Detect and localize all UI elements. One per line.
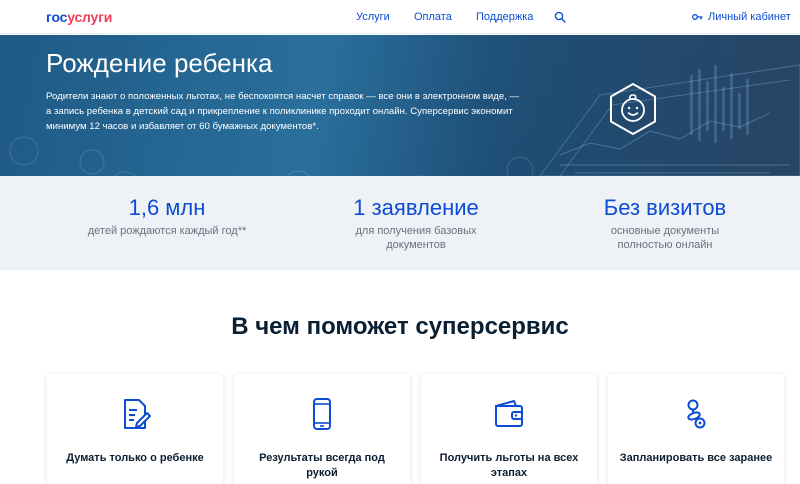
benefit-card-get-benefits[interactable]: Получить льготы на всех этапах — [421, 374, 597, 484]
card-label: Получить льготы на всех этапах — [439, 452, 579, 479]
stat-no-visits: Без визитов основные документы полностью… — [555, 194, 775, 252]
smartphone-icon — [313, 398, 331, 430]
stat-label: основные документы полностью онлайн — [610, 225, 720, 251]
card-label: Результаты всегда под рукой — [259, 452, 385, 479]
page-title: Рождение ребенка — [46, 48, 273, 78]
card-label: Думать только о ребенке — [66, 452, 204, 464]
gosuslugi-logo[interactable]: госуслуги — [46, 9, 112, 25]
baby-face-icon — [610, 83, 656, 135]
nav-link-services[interactable]: Услуги — [356, 11, 390, 23]
document-edit-icon — [124, 399, 151, 429]
benefit-card-plan-ahead[interactable]: Запланировать все заранее — [608, 374, 784, 484]
baby-pacifier-icon — [687, 399, 706, 429]
stat-value: Без визитов — [603, 195, 727, 220]
stat-one-application: 1 заявление для получения базовых докуме… — [306, 194, 526, 252]
stat-label: для получения базовых документов — [355, 225, 477, 251]
nav-link-payment[interactable]: Оплата — [414, 11, 452, 23]
stat-value: 1 заявление — [353, 195, 479, 220]
logo-gos-text: гос — [46, 9, 68, 25]
personal-account-link[interactable]: Личный кабинет — [692, 11, 791, 23]
section-title: В чем поможет суперсервис — [231, 313, 569, 340]
benefit-card-results-at-hand[interactable]: Результаты всегда под рукой — [234, 374, 410, 484]
stats-band: 1,6 млн детей рождаются каждый год** 1 з… — [0, 176, 800, 270]
stat-children-per-year: 1,6 млн детей рождаются каждый год** — [57, 194, 277, 238]
search-icon[interactable] — [554, 11, 566, 23]
stat-value: 1,6 млн — [128, 195, 206, 220]
top-header: госуслуги Услуги Оплата Поддержка Личный… — [0, 0, 800, 34]
hero-banner: Рождение ребенка Родители знают о положе… — [0, 35, 800, 176]
key-icon — [692, 14, 703, 20]
hero-description: Родители знают о положенных льготах, не … — [46, 91, 520, 132]
wallet-icon — [495, 400, 523, 427]
card-label: Запланировать все заранее — [619, 452, 773, 464]
stat-label: детей рождаются каждый год** — [87, 225, 247, 237]
logo-uslugi-text: услуги — [67, 9, 113, 25]
benefit-card-focus-on-child[interactable]: Думать только о ребенке — [47, 374, 223, 484]
personal-account-label: Личный кабинет — [708, 11, 791, 23]
nav-link-support[interactable]: Поддержка — [476, 11, 533, 23]
